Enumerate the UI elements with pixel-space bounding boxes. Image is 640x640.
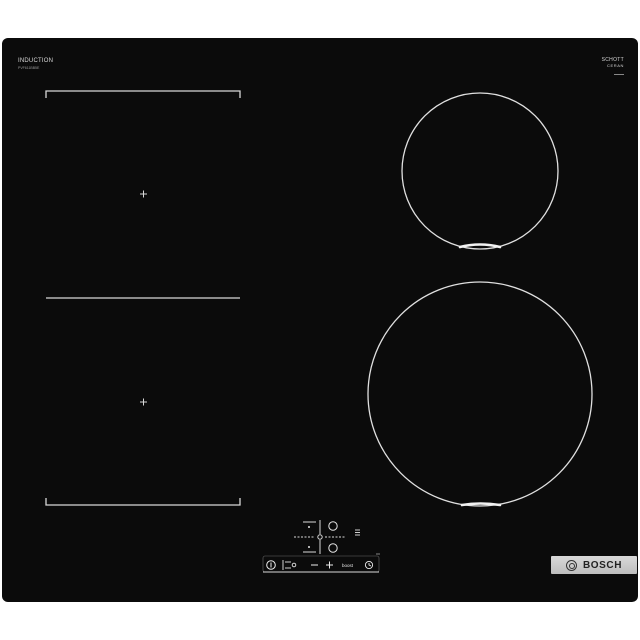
- power-button[interactable]: [266, 560, 276, 570]
- control-bar: [262, 553, 380, 573]
- zone-select-rear-left-button[interactable]: [308, 526, 310, 528]
- zone-select-front-right-button[interactable]: [328, 543, 338, 553]
- zone-center-mark-front-left: [140, 398, 147, 406]
- bosch-logo-icon: [565, 559, 577, 571]
- cooking-zones: boost: [45, 90, 593, 573]
- zone-select-front-left-button[interactable]: [308, 546, 310, 548]
- zone-front-right[interactable]: [367, 281, 593, 507]
- cooktop-glass: INDUCTION PVF611BB5E SCHOTT CERAN boost …: [2, 38, 638, 602]
- zone-selector-cluster: [294, 520, 346, 554]
- plus-button[interactable]: [326, 561, 333, 569]
- zone-rear-right[interactable]: [401, 92, 559, 250]
- zone-select-rear-right-button[interactable]: [328, 521, 338, 531]
- combine-zone-button[interactable]: [355, 529, 360, 536]
- boost-button[interactable]: boost: [342, 563, 354, 568]
- childlock-button[interactable]: [282, 560, 297, 570]
- brand-name: BOSCH: [582, 559, 623, 571]
- timer-button[interactable]: [364, 560, 374, 570]
- flex-zone-front-left[interactable]: [45, 498, 241, 506]
- brand-badge: BOSCH: [551, 556, 637, 574]
- zone-center-mark-rear-left: [140, 190, 147, 198]
